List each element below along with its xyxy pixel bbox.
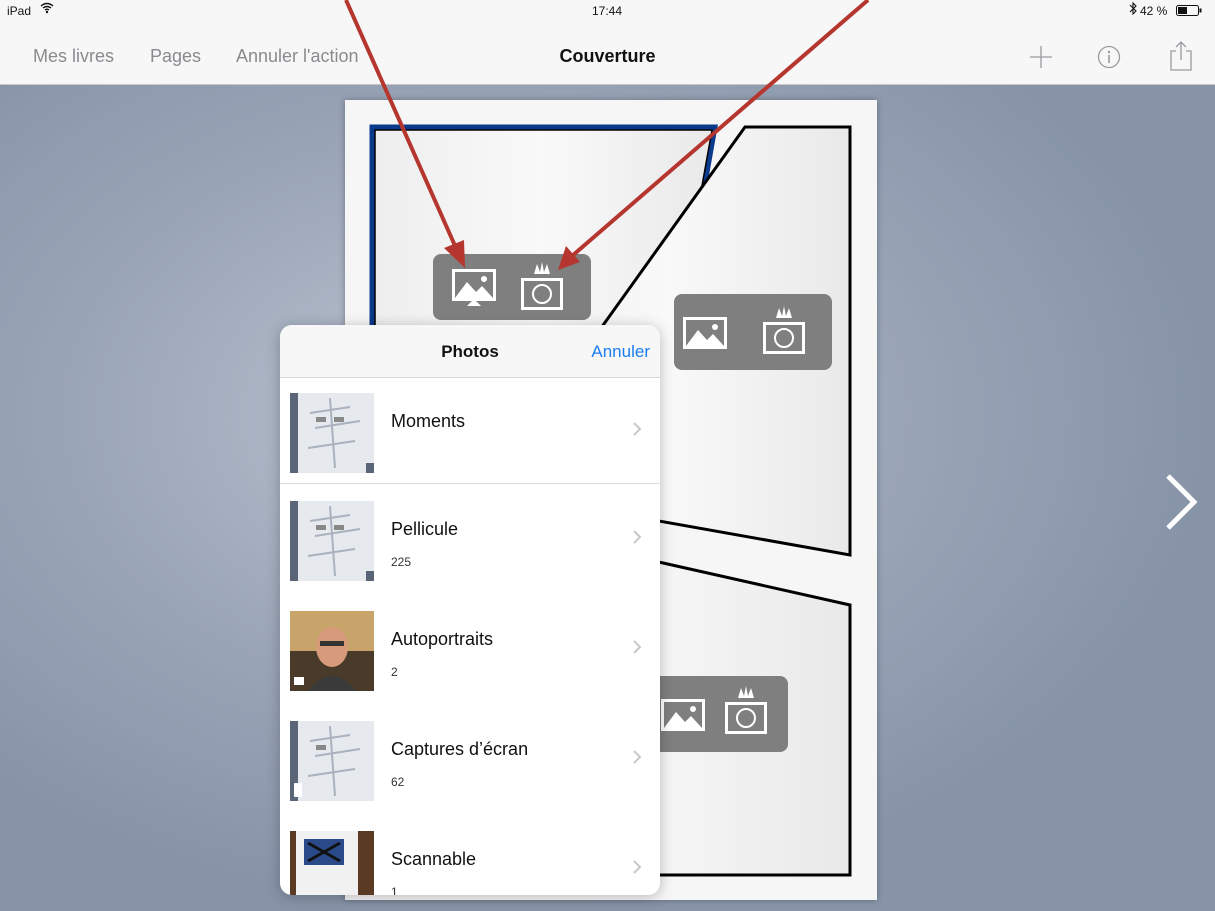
chevron-right-icon	[633, 530, 642, 544]
album-thumbnail	[290, 501, 374, 581]
next-page-chevron-icon[interactable]	[1158, 470, 1204, 534]
photo-library-icon[interactable]	[660, 698, 706, 734]
album-row-pellicule[interactable]: Pellicule 225	[280, 485, 660, 595]
camera-icon[interactable]	[760, 304, 808, 356]
chevron-right-icon	[633, 860, 642, 874]
battery-icon	[1176, 5, 1204, 20]
share-icon[interactable]	[1168, 40, 1194, 77]
photos-popover: Photos Annuler Moments Pellicule 225 Aut…	[280, 325, 660, 895]
album-row-scannable[interactable]: Scannable 1	[280, 815, 660, 895]
chevron-right-icon	[633, 640, 642, 654]
album-thumbnail	[290, 721, 374, 801]
panel-image-buttons	[433, 254, 591, 320]
album-row-autoportraits[interactable]: Autoportraits 2	[280, 595, 660, 705]
album-name: Scannable	[391, 849, 477, 869]
album-count: 2	[391, 665, 398, 679]
album-count: 62	[391, 775, 405, 789]
chevron-right-icon	[633, 422, 642, 436]
album-name: Autoportraits	[391, 629, 494, 649]
wifi-icon	[40, 2, 54, 17]
clock: 17:44	[592, 4, 623, 18]
camera-icon[interactable]	[722, 684, 770, 736]
panel-image-buttons	[674, 294, 832, 370]
device-label: iPad	[7, 4, 32, 18]
plus-icon[interactable]	[1028, 44, 1054, 75]
popover-header: Photos Annuler	[280, 325, 660, 378]
album-row-captures[interactable]: Captures d’écran 62	[280, 705, 660, 815]
album-count: 225	[391, 555, 412, 569]
photo-library-icon[interactable]	[451, 268, 497, 306]
camera-icon[interactable]	[518, 260, 566, 312]
top-bar: iPad 17:44 42 % Mes livres Pages Annuler…	[0, 0, 1215, 85]
cancel-button[interactable]: Annuler	[591, 342, 650, 362]
battery-percent: 42 %	[1140, 4, 1168, 18]
chevron-right-icon	[633, 750, 642, 764]
album-name: Moments	[391, 411, 466, 431]
separator	[280, 483, 660, 484]
album-thumbnail	[290, 611, 374, 691]
album-thumbnail	[290, 831, 374, 895]
info-icon[interactable]	[1096, 44, 1122, 75]
album-thumbnail	[290, 393, 374, 473]
album-name: Pellicule	[391, 519, 459, 539]
album-count: 1	[391, 885, 398, 895]
photo-library-icon[interactable]	[682, 316, 728, 352]
bluetooth-icon	[1129, 1, 1137, 18]
album-row-moments[interactable]: Moments	[280, 377, 660, 487]
album-name: Captures d’écran	[391, 739, 529, 759]
